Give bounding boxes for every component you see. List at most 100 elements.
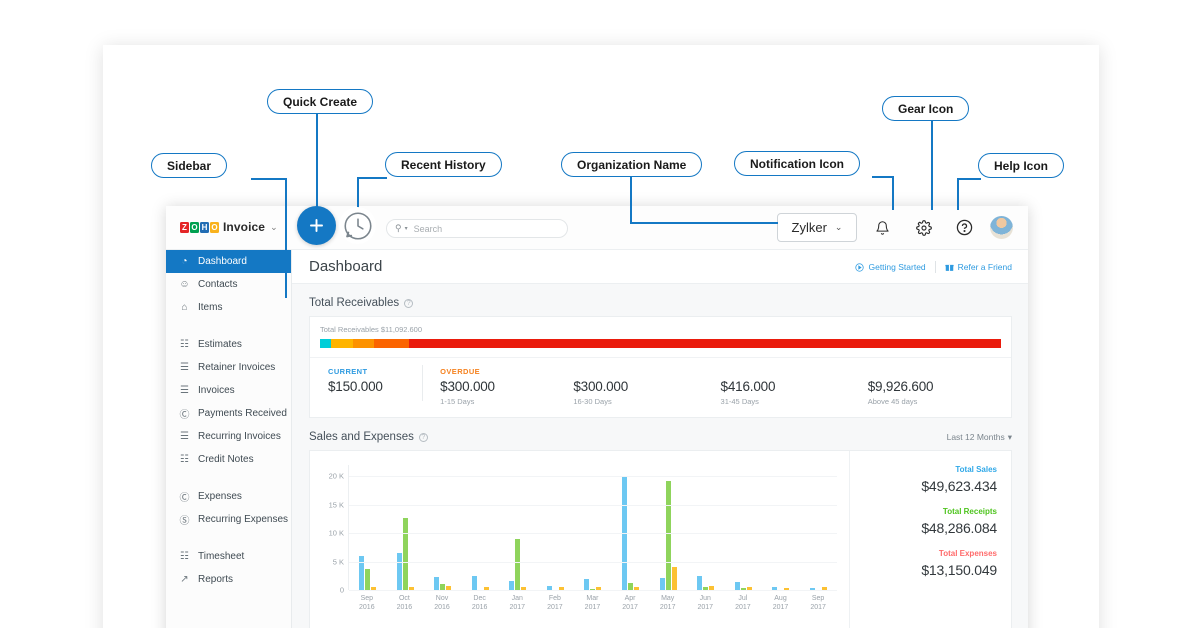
bar-sales-2[interactable] [434,576,440,590]
coin-icon: Ⓒ [179,410,190,421]
bar-receipts-4[interactable] [515,539,521,590]
bar-group [724,465,762,590]
stat-caption [721,367,840,376]
organization-selector[interactable]: Zylker ⌄ [777,213,857,242]
info-icon[interactable]: ? [418,432,428,442]
sidebar-item-retainer-invoices[interactable]: ☰ Retainer Invoices [166,356,291,379]
gear-icon[interactable] [910,214,937,241]
callout-sidebar: Sidebar [151,153,228,178]
stat-value: $9,926.600 [867,379,934,394]
sidebar-item-timesheet[interactable]: ☷ Timesheet [166,545,291,568]
sidebar-item-dashboard[interactable]: ◔ Dashboard [166,250,291,273]
x-label-month: Sep [811,595,825,602]
avatar[interactable] [990,216,1013,239]
x-label-month: Nov [435,595,449,602]
receivables-segment-4 [408,339,1001,348]
receivables-bar-area: Total Receivables $11,092.600 [310,317,1011,358]
x-label-month: Oct [398,595,410,602]
bar-receipts-8[interactable] [665,481,671,590]
chevron-down-icon[interactable]: ⌄ [270,222,278,233]
search-input[interactable]: ⚲ ▾ Search [386,219,568,238]
callout-label: Notification Icon [750,156,844,171]
sidebar: ◔ Dashboard ☺ Contacts ⌂ Items ☷ Estimates ☰ Reta… [166,250,292,628]
recent-history-button[interactable] [339,207,376,244]
receivables-segment-3 [374,339,409,348]
callout-recent-history: Recent History [385,152,502,177]
zoho-invoice-logo[interactable]: Z O H O Invoice ⌄ [180,220,278,234]
x-axis-label: Jul 2017 [724,594,762,612]
bar-expenses-8[interactable] [671,566,677,590]
person-icon: ☺ [179,279,190,290]
x-label-month: Apr [624,595,636,602]
receivables-stat-4: $9,926.600 Above 45 days [850,367,1011,406]
help-icon[interactable] [951,214,978,241]
bar-group [537,465,575,590]
x-label-month: Aug [774,595,787,602]
x-axis-label: Mar 2017 [574,594,612,612]
y-axis-tick: 0 [339,585,344,595]
total-label-1: Total Receipts [942,507,997,516]
bar-sales-9[interactable] [697,576,703,590]
sidebar-item-invoices[interactable]: ☰ Invoices [166,379,291,402]
bar-sales-6[interactable] [584,579,590,590]
clock-icon [343,211,372,240]
callout-label: Recent History [401,157,486,172]
leader-sidebar-h [251,178,287,180]
logo-block-z: Z [180,221,189,233]
main-content: Dashboard Getting Started Refer a Friend [292,250,1028,628]
bar-sales-10[interactable] [734,582,740,590]
sidebar-item-label: Payments Received [198,408,287,419]
chevron-down-icon[interactable]: ▾ [405,225,408,232]
bar-sales-3[interactable] [471,575,477,590]
bar-sales-4[interactable] [509,580,515,590]
callout-help-icon: Help Icon [978,153,1065,178]
total-receivables-title: Total Receivables ? [309,297,1012,309]
coin-repeat-icon: Ⓢ [179,516,190,527]
refer-a-friend-link[interactable]: Refer a Friend [945,262,1012,272]
sidebar-item-recurring-invoices[interactable]: ☰ Recurring Invoices [166,425,291,448]
stat-sublabel: 16-30 Days [573,397,612,406]
stat-value: $300.000 [440,379,495,394]
notification-icon[interactable] [869,214,896,241]
speedometer-icon: ◔ [181,256,188,267]
quick-create-button[interactable] [297,206,336,245]
stat-caption: CURRENT [328,367,368,376]
total-label-2: Total Expenses [938,549,997,558]
x-axis-label: Jan 2017 [498,594,536,612]
file-icon: ☰ [180,385,189,396]
file-repeat-icon: ☰ [180,431,189,442]
x-axis-label: May 2017 [649,594,687,612]
period-selector[interactable]: Last 12 Months ▾ [947,432,1012,443]
page-header: Dashboard Getting Started Refer a Friend [292,250,1028,284]
logo-block-o2: O [210,221,219,233]
total-label-0: Total Sales [955,465,997,474]
bar-receipts-7[interactable] [627,583,633,590]
sidebar-item-payments-received[interactable]: Ⓒ Payments Received [166,402,291,425]
bar-receipts-0[interactable] [365,568,371,590]
sidebar-item-recurring-expenses[interactable]: Ⓢ Recurring Expenses [166,508,291,531]
bar-sales-1[interactable] [396,552,402,590]
info-icon[interactable]: ? [404,298,414,308]
x-axis-label: Dec 2016 [461,594,499,612]
sidebar-item-items[interactable]: ⌂ Items [166,296,291,319]
sidebar-item-label: Recurring Invoices [198,431,281,442]
sidebar-item-contacts[interactable]: ☺ Contacts [166,273,291,296]
leader-recent-history-h [357,177,387,179]
sidebar-item-reports[interactable]: ↗ Reports [166,568,291,591]
getting-started-link[interactable]: Getting Started [855,262,926,272]
leader-notif-h [872,176,894,178]
leader-help-v [957,178,959,210]
sidebar-item-credit-notes[interactable]: ☷ Credit Notes [166,448,291,471]
total-receivables-card: Total Receivables $11,092.600 CURRENT $15… [309,316,1012,418]
bar-receipts-1[interactable] [402,517,408,590]
sales-expenses-panel: Sales and Expenses ? Last 12 Months ▾ 0 5… [309,431,1012,628]
y-axis-tick: 5 K [332,557,344,567]
sidebar-item-estimates[interactable]: ☷ Estimates [166,333,291,356]
sidebar-item-label: Credit Notes [198,454,254,465]
sidebar-item-label: Contacts [198,279,238,290]
coin-icon: Ⓒ [179,493,190,504]
sidebar-item-expenses[interactable]: Ⓒ Expenses [166,485,291,508]
bar-sales-8[interactable] [659,578,665,590]
stat-caption [868,367,1001,376]
app-window: Z O H O Invoice ⌄ ⚲ ▾ Search Zylker ⌄ ◔ … [166,206,1028,628]
